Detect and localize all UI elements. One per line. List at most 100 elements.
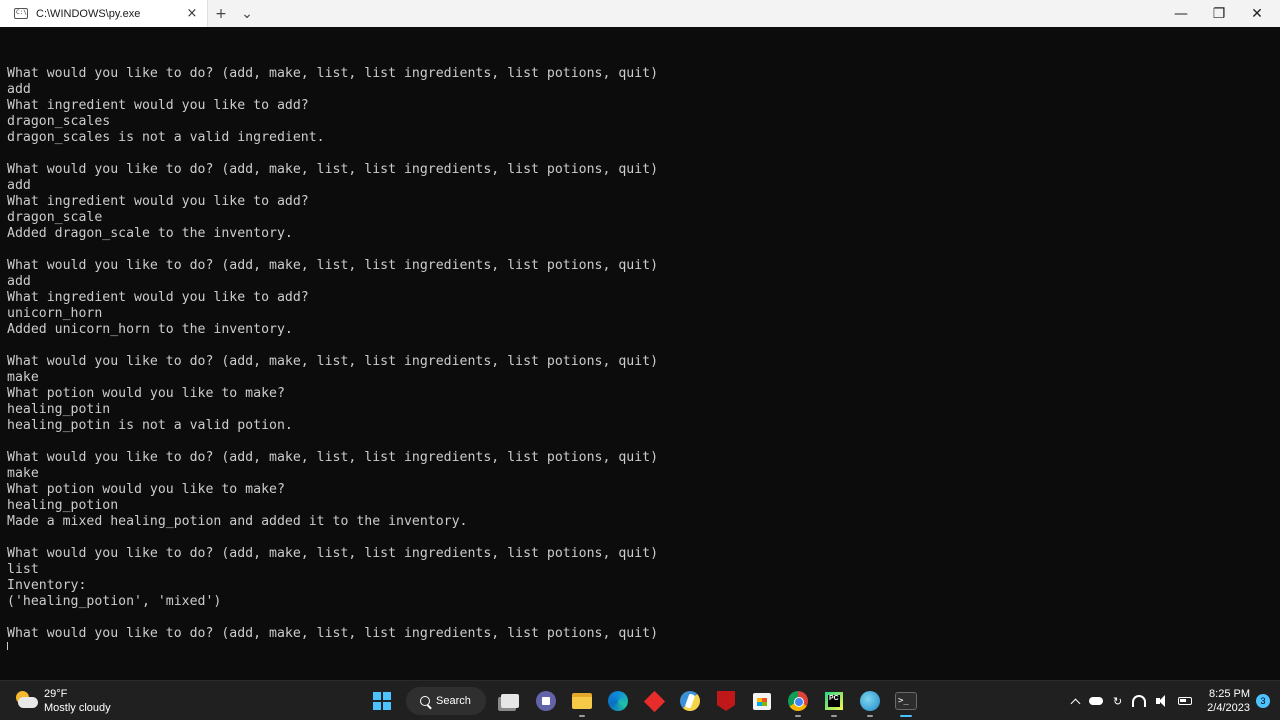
terminal-line: healing_potin	[7, 402, 111, 417]
terminal-icon: >_	[895, 692, 917, 710]
close-window-button[interactable]: ✕	[1238, 0, 1276, 27]
task-view-button[interactable]	[492, 685, 528, 717]
terminal-line: What ingredient would you like to add?	[7, 194, 309, 209]
notification-badge[interactable]: 3	[1256, 694, 1270, 708]
terminal-line: Added unicorn_horn to the inventory.	[7, 322, 293, 337]
maximize-button[interactable]: ❐	[1200, 0, 1238, 27]
tab-dropdown-button[interactable]: ⌄	[234, 0, 260, 27]
terminal-line: Made a mixed healing_potion and added it…	[7, 514, 468, 529]
start-button[interactable]	[364, 685, 400, 717]
search-icon	[420, 696, 430, 706]
edge-button[interactable]	[600, 685, 636, 717]
battery-button[interactable]	[1178, 691, 1193, 711]
red-diamond-app-button[interactable]	[636, 685, 672, 717]
file-explorer-button[interactable]	[564, 685, 600, 717]
terminal-line: make	[7, 466, 39, 481]
battery-icon	[1178, 697, 1193, 705]
taskbar-search-button[interactable]: Search	[406, 687, 486, 715]
pycharm-icon: PC	[825, 692, 843, 710]
partly-cloudy-icon	[14, 691, 38, 711]
terminal-line: dragon_scale	[7, 210, 103, 225]
windows-icon	[373, 692, 391, 710]
terminal-line: ('healing_potion', 'mixed')	[7, 594, 222, 609]
speaker-icon	[1156, 695, 1168, 707]
terminal-line: add	[7, 82, 31, 97]
terminal-line: list	[7, 562, 39, 577]
terminal-line: What would you like to do? (add, make, l…	[7, 546, 659, 561]
terminal-line: What potion would you like to make?	[7, 386, 285, 401]
mcafee-button[interactable]	[708, 685, 744, 717]
console-icon: C:\	[14, 8, 28, 19]
sync-icon: ↻	[1112, 694, 1123, 708]
python-icon	[680, 691, 700, 711]
chrome-icon	[788, 691, 808, 711]
terminal-button[interactable]: >_	[888, 685, 924, 717]
terminal-line: add	[7, 274, 31, 289]
title-bar: C:\ C:\WINDOWS\py.exe × + ⌄ — ❐ ✕	[0, 0, 1280, 27]
weather-temperature: 29°F	[44, 688, 68, 700]
terminal-line: What would you like to do? (add, make, l…	[7, 450, 659, 465]
mcafee-icon	[717, 691, 735, 711]
terminal-line: healing_potion	[7, 498, 119, 513]
terminal-line: What ingredient would you like to add?	[7, 98, 309, 113]
weather-widget[interactable]: 29°F Mostly cloudy	[14, 687, 111, 715]
terminal-output[interactable]: What would you like to do? (add, make, l…	[7, 50, 1273, 650]
tab-title: C:\WINDOWS\py.exe	[36, 7, 141, 20]
cloud-icon	[1088, 697, 1103, 705]
terminal-line: Inventory:	[7, 578, 87, 593]
python-button[interactable]	[672, 685, 708, 717]
weather-description: Mostly cloudy	[44, 702, 111, 714]
chevron-up-icon	[1070, 698, 1081, 708]
search-label: Search	[436, 695, 471, 707]
text-cursor	[7, 642, 8, 650]
volume-button[interactable]	[1156, 691, 1168, 711]
red-diamond-app-icon	[643, 690, 665, 712]
terminal-line: What would you like to do? (add, make, l…	[7, 258, 659, 273]
chrome-button[interactable]	[780, 685, 816, 717]
show-hidden-icons-button[interactable]	[1070, 691, 1081, 711]
task-view-icon	[501, 694, 519, 708]
terminal-tab[interactable]: C:\ C:\WINDOWS\py.exe ×	[0, 0, 208, 27]
pycharm-button[interactable]: PC	[816, 685, 852, 717]
terminal-line: healing_potin is not a valid potion.	[7, 418, 293, 433]
terminal-line: make	[7, 370, 39, 385]
taskbar-apps: Search PC >_	[364, 685, 924, 717]
close-tab-icon[interactable]: ×	[177, 6, 207, 21]
taskbar: 29°F Mostly cloudy Search PC >_ ↻ 8:25 P…	[0, 680, 1280, 720]
wifi-icon	[1132, 695, 1147, 707]
teams-icon	[536, 691, 556, 711]
terminal-line: Added dragon_scale to the inventory.	[7, 226, 293, 241]
terminal-line: What would you like to do? (add, make, l…	[7, 66, 659, 81]
teams-button[interactable]	[528, 685, 564, 717]
store-icon	[753, 692, 771, 710]
network-button[interactable]	[1132, 691, 1147, 711]
new-tab-button[interactable]: +	[208, 0, 234, 27]
edge-icon	[608, 691, 628, 711]
globe-app-icon	[860, 691, 880, 711]
globe-app-button[interactable]	[852, 685, 888, 717]
terminal-line: dragon_scales is not a valid ingredient.	[7, 130, 325, 145]
terminal-line: dragon_scales	[7, 114, 111, 129]
terminal-line: unicorn_horn	[7, 306, 103, 321]
clock[interactable]: 8:25 PM 2/4/2023	[1207, 687, 1250, 715]
terminal-line: What would you like to do? (add, make, l…	[7, 162, 659, 177]
store-button[interactable]	[744, 685, 780, 717]
file-explorer-icon	[572, 693, 592, 709]
terminal-line: What would you like to do? (add, make, l…	[7, 626, 659, 641]
terminal-line: add	[7, 178, 31, 193]
sync-button[interactable]: ↻	[1113, 691, 1122, 711]
onedrive-button[interactable]	[1088, 691, 1103, 711]
input-line[interactable]	[7, 642, 1273, 650]
terminal-line: What would you like to do? (add, make, l…	[7, 354, 659, 369]
terminal-line: What ingredient would you like to add?	[7, 290, 309, 305]
minimize-button[interactable]: —	[1162, 0, 1200, 27]
clock-date: 2/4/2023	[1207, 702, 1250, 714]
system-tray: ↻ 8:25 PM 2/4/2023 3	[1067, 681, 1280, 720]
